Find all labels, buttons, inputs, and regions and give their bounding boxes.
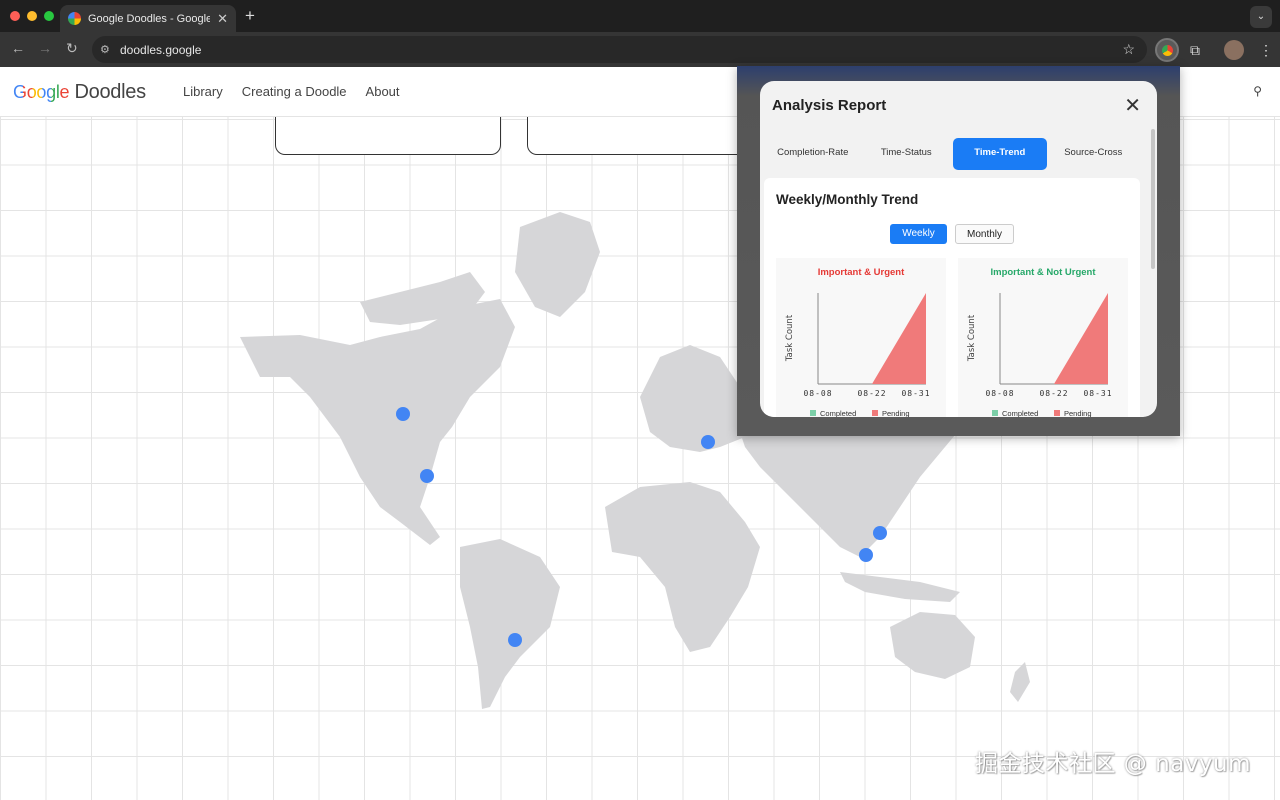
browser-tab-strip: Google Doodles - Google's S ✕ + ⌄ (0, 0, 1280, 32)
close-tab-icon[interactable]: ✕ (217, 11, 228, 27)
bookmark-star-icon[interactable]: ☆ (1122, 41, 1135, 58)
browser-menu-icon[interactable]: ⋮ (1254, 38, 1278, 62)
watermark: 掘金技术社区 @ navyum (975, 751, 1251, 777)
close-window-button[interactable] (10, 11, 20, 21)
analysis-report-dialog: Analysis Report ✕ Completion-Rate Time-S… (760, 81, 1157, 417)
scrollbar[interactable] (1151, 129, 1155, 269)
chart-important-urgent: Important & Urgent Task Count 08-08 08-22 0… (776, 258, 946, 417)
nav-library[interactable]: Library (183, 84, 223, 99)
nav-about[interactable]: About (366, 84, 400, 99)
tab-time-trend[interactable]: Time-Trend (953, 138, 1047, 170)
map-pin-singapore[interactable] (859, 548, 873, 562)
search-icon[interactable]: ⚲ (1253, 84, 1262, 98)
back-icon[interactable]: ← (11, 40, 25, 56)
map-pin-argentina[interactable] (508, 633, 522, 647)
browser-toolbar: ← → ↻ ⚙ doodles.google ☆ (0, 32, 1280, 67)
tab-source-cross[interactable]: Source-Cross (1047, 138, 1141, 170)
map-pin-vietnam[interactable] (873, 526, 887, 540)
logo-doodles: Doodles (74, 81, 147, 103)
legend-label: Pending (1064, 409, 1092, 417)
new-tab-icon[interactable]: + (245, 6, 255, 26)
doodle-card[interactable] (275, 117, 501, 155)
series-area-pending (818, 293, 926, 384)
y-axis-label: Task Count (967, 314, 977, 362)
chart-title: Important & Urgent (817, 267, 905, 278)
map-pin-usa[interactable] (420, 469, 434, 483)
indonesia (840, 572, 960, 602)
new-zealand (1010, 662, 1030, 702)
africa (605, 482, 760, 652)
section-title: Weekly/Monthly Trend (776, 192, 919, 207)
y-axis-label: Task Count (785, 314, 795, 362)
minimize-window-button[interactable] (27, 11, 37, 21)
doodle-card[interactable] (527, 117, 753, 155)
address-bar[interactable]: ⚙ doodles.google ☆ (92, 36, 1147, 63)
tab-title: Google Doodles - Google's S (88, 12, 211, 25)
tab-search-chevron-icon[interactable]: ⌄ (1250, 6, 1272, 28)
x-tick-label: 08-22 (1039, 389, 1068, 398)
legend-swatch (810, 410, 816, 416)
legend-swatch (992, 410, 998, 416)
trend-chart: Task Count 08-08 08-22 08-31 Completed Pendin… (785, 293, 930, 417)
extensions-puzzle-icon[interactable]: ⧉ (1183, 38, 1207, 62)
site-settings-icon[interactable]: ⚙ (100, 43, 110, 56)
legend-swatch (872, 410, 878, 416)
legend-label: Completed (820, 409, 856, 417)
legend-label: Completed (1002, 409, 1038, 417)
weekly-toggle-button[interactable]: Weekly (890, 224, 947, 244)
x-tick-label: 08-22 (857, 389, 886, 398)
main-nav: Library Creating a Doodle About (183, 84, 400, 99)
x-tick-label: 08-31 (1083, 389, 1112, 398)
series-area-pending (1000, 293, 1108, 384)
map-pin-canada[interactable] (396, 407, 410, 421)
tab-completion-rate[interactable]: Completion-Rate (766, 138, 860, 170)
monthly-toggle-button[interactable]: Monthly (955, 224, 1014, 244)
map-pin-europe[interactable] (701, 435, 715, 449)
south-america (460, 539, 560, 709)
chart-title: Important & Not Urgent (990, 267, 1096, 278)
profile-avatar[interactable] (1224, 40, 1244, 60)
trend-chart: Task Count 08-08 08-22 08-31 Completed Pendin… (967, 293, 1112, 417)
x-tick-label: 08-08 (803, 389, 832, 398)
chart-important-not-urgent: Important & Not Urgent Task Count 08-08 08… (958, 258, 1128, 417)
north-america (240, 299, 515, 545)
nav-creating-a-doodle[interactable]: Creating a Doodle (242, 84, 347, 99)
google-doodles-logo[interactable]: Google Doodles (13, 81, 146, 104)
forward-icon[interactable]: → (38, 40, 52, 56)
extension-active-icon[interactable] (1155, 38, 1179, 62)
report-tabs: Completion-Rate Time-Status Time-Trend S… (766, 138, 1140, 170)
australia (890, 612, 975, 679)
tab-time-status[interactable]: Time-Status (860, 138, 954, 170)
logo-google: Google (13, 82, 70, 102)
greenland (515, 212, 600, 317)
x-tick-label: 08-08 (985, 389, 1014, 398)
url-text: doodles.google (120, 42, 202, 57)
x-tick-label: 08-31 (901, 389, 930, 398)
reload-icon[interactable]: ↻ (66, 40, 78, 57)
browser-tab[interactable]: Google Doodles - Google's S ✕ (60, 5, 236, 32)
google-favicon-icon (68, 12, 81, 25)
report-title: Analysis Report (772, 97, 887, 114)
trend-panel: Weekly/Monthly Trend Weekly Monthly Impo… (764, 178, 1140, 417)
legend-label: Pending (882, 409, 910, 417)
legend-swatch (1054, 410, 1060, 416)
close-icon[interactable]: ✕ (1124, 93, 1141, 118)
maximize-window-button[interactable] (44, 11, 54, 21)
